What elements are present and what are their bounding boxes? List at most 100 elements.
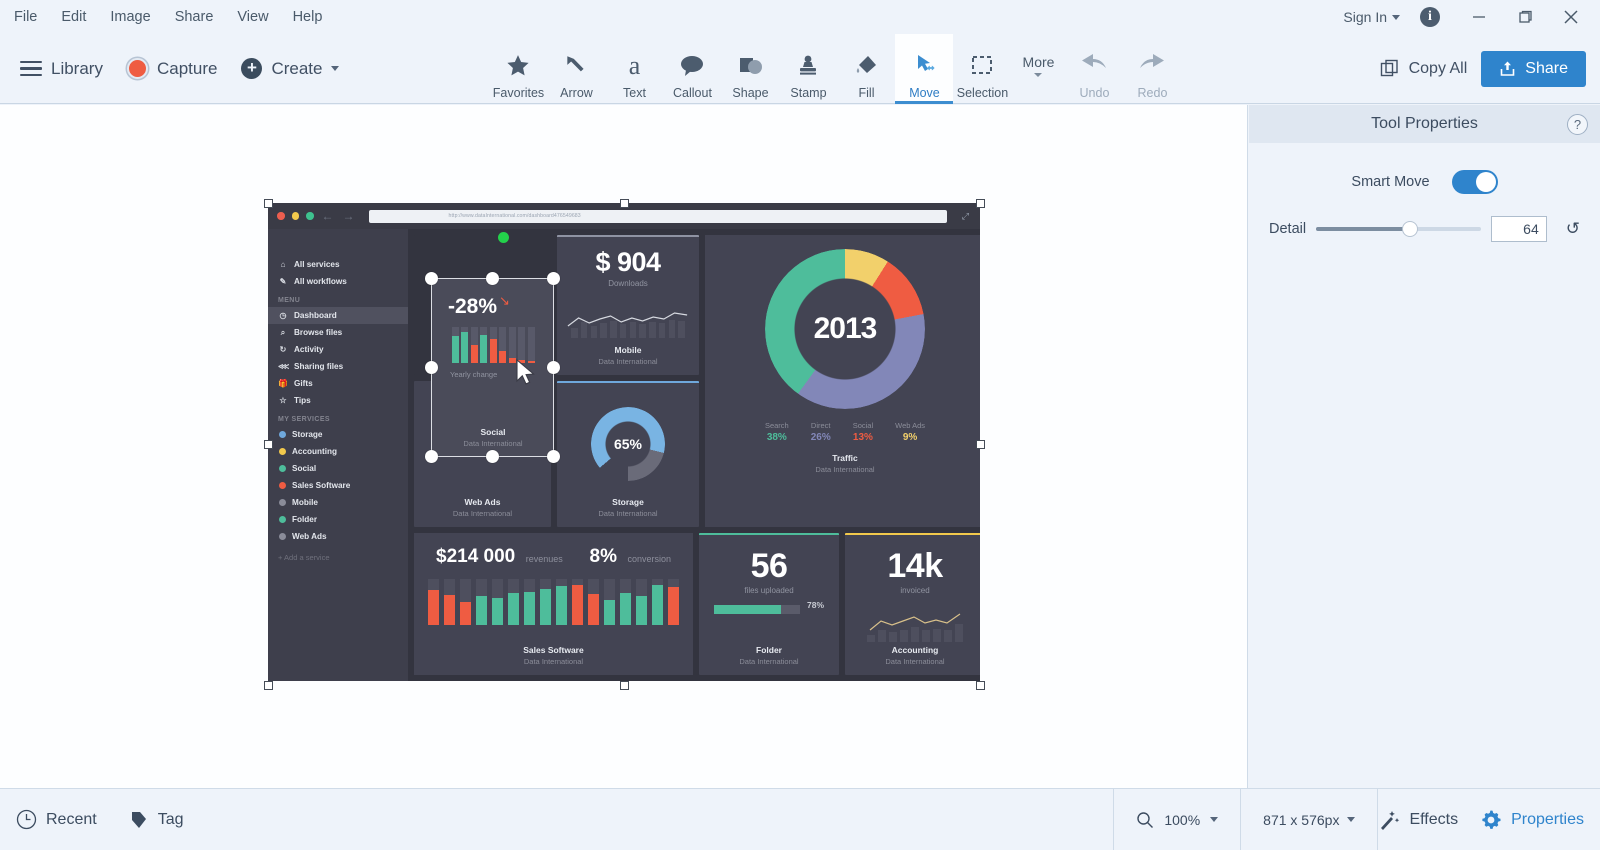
card-accounting[interactable]: 14k invoiced Accounting Data Internation… [845, 533, 980, 675]
legend-label: Search [764, 421, 789, 430]
arrow-icon [563, 48, 589, 84]
bar-column [540, 579, 551, 625]
move-handle-top-right[interactable] [547, 272, 560, 285]
tool-callout[interactable]: Callout [663, 34, 721, 104]
image-handle-bottom-right[interactable] [976, 681, 985, 690]
sidebar-item-label: Sharing files [294, 362, 344, 371]
move-handle-top-left[interactable] [425, 272, 438, 285]
card-mobile[interactable]: $ 904 Downloads Mobile Data Internationa… [557, 235, 699, 375]
capture-label: Capture [156, 58, 218, 78]
bar-column [556, 579, 567, 625]
move-handle-bottom-left[interactable] [425, 450, 438, 463]
back-arrow-icon: ← [321, 209, 334, 223]
detail-value-input[interactable]: 64 [1490, 216, 1547, 242]
sidebar-item-sharing-files[interactable]: ⋘ Sharing files [268, 358, 408, 375]
card-folder[interactable]: 56 files uploaded 78% Folder Data Intern… [699, 533, 839, 675]
sidebar-item-all-workflows[interactable]: ✎ All workflows [268, 273, 408, 290]
copy-all-button[interactable]: Copy All [1380, 59, 1468, 79]
properties-button[interactable]: Properties [1480, 809, 1584, 831]
menu-help[interactable]: Help [281, 0, 335, 34]
tool-selection[interactable]: Selection [953, 34, 1011, 104]
tool-stamp[interactable]: Stamp [779, 34, 837, 104]
tool-arrow[interactable]: Arrow [547, 34, 605, 104]
bar-column [470, 327, 478, 363]
move-handle-bottom-center[interactable] [486, 450, 499, 463]
maximize-button[interactable] [1502, 0, 1548, 34]
card-sales-software[interactable]: $214 000 revenues 8% conversion Sales So… [414, 533, 693, 675]
reset-icon[interactable]: ↺ [1566, 219, 1580, 239]
social-caption: Yearly change [450, 370, 498, 379]
tool-move[interactable]: Move [895, 33, 954, 104]
menu-view[interactable]: View [225, 0, 280, 34]
card-storage[interactable]: 65% Storage Data International [557, 381, 699, 527]
detail-slider[interactable] [1316, 220, 1481, 238]
capture-button[interactable]: Capture [117, 52, 227, 85]
redo-button[interactable]: Redo [1123, 34, 1181, 104]
panel-title: Tool Properties [1371, 115, 1478, 132]
copy-all-label: Copy All [1408, 59, 1468, 77]
zoom-control[interactable]: 100% [1114, 811, 1240, 829]
slider-knob[interactable] [1401, 221, 1418, 237]
move-handle-bottom-right[interactable] [547, 450, 560, 463]
sidebar-service-accounting[interactable]: Accounting [268, 443, 408, 460]
tool-text[interactable]: a Text [605, 34, 663, 104]
refresh-icon: ↻ [279, 345, 287, 354]
menu-share[interactable]: Share [163, 0, 226, 34]
sidebar-item-label: All services [294, 260, 340, 269]
bar-column [652, 579, 663, 625]
move-handle-top-center[interactable] [486, 272, 499, 285]
sidebar-service-mobile[interactable]: Mobile [268, 494, 408, 511]
canvas-area[interactable]: ← → http://www.dataInternational.com/das… [0, 105, 1248, 788]
library-button[interactable]: Library [10, 53, 113, 85]
menu-file[interactable]: File [0, 0, 49, 34]
tag-button[interactable]: Tag [113, 810, 200, 830]
main-toolbar: Library Capture + Create Favorites Arrow… [0, 33, 1600, 104]
bar-column [428, 579, 439, 625]
close-button[interactable] [1548, 0, 1594, 34]
sidebar-service-web-ads[interactable]: Web Ads [268, 528, 408, 545]
sidebar-service-storage[interactable]: Storage [268, 426, 408, 443]
sidebar-item-gifts[interactable]: 🎁 Gifts [268, 375, 408, 392]
sidebar-item-tips[interactable]: ☆ Tips [268, 392, 408, 409]
smart-move-toggle[interactable] [1451, 170, 1498, 194]
sidebar-item-browse-files[interactable]: ⌕ Browse files [268, 324, 408, 341]
info-icon[interactable]: i [1420, 7, 1440, 27]
move-handle-middle-right[interactable] [547, 361, 560, 374]
image-handle-middle-right[interactable] [976, 440, 985, 449]
dashboard-sidebar: ⌂ All services ✎ All workflows MENU ◷ Da… [268, 229, 408, 681]
dimensions-control[interactable]: 871 x 576px [1241, 812, 1377, 828]
image-handle-middle-left[interactable] [264, 440, 273, 449]
more-tools-button[interactable]: More [1011, 34, 1065, 104]
card-traffic[interactable]: 2013 Search 38% Direct 26% Social 13% We… [705, 235, 980, 527]
selected-image[interactable]: ← → http://www.dataInternational.com/das… [264, 199, 985, 690]
sidebar-service-social[interactable]: Social [268, 460, 408, 477]
recent-button[interactable]: Recent [0, 809, 113, 830]
tool-shape[interactable]: Shape [721, 34, 779, 104]
image-handle-top-center[interactable] [620, 199, 629, 208]
sidebar-item-all-services[interactable]: ⌂ All services [268, 256, 408, 273]
image-handle-bottom-center[interactable] [620, 681, 629, 690]
move-handle-middle-left[interactable] [425, 361, 438, 374]
sidebar-service-sales-software[interactable]: Sales Software [268, 477, 408, 494]
menu-edit[interactable]: Edit [49, 0, 98, 34]
create-button[interactable]: + Create [231, 52, 349, 85]
tool-fill[interactable]: Fill [837, 34, 895, 104]
image-handle-top-left[interactable] [264, 199, 273, 208]
tool-label: Callout [673, 85, 712, 100]
sign-in-button[interactable]: Sign In [1343, 9, 1406, 25]
minimize-button[interactable] [1456, 0, 1502, 34]
menu-image[interactable]: Image [98, 0, 162, 34]
sidebar-add-service[interactable]: + Add a service [268, 545, 408, 570]
rotate-handle[interactable] [498, 232, 509, 243]
effects-button[interactable]: Effects [1378, 809, 1458, 831]
record-circle-icon [126, 58, 148, 79]
sidebar-item-activity[interactable]: ↻ Activity [268, 341, 408, 358]
share-button[interactable]: Share [1481, 50, 1586, 87]
sidebar-item-dashboard[interactable]: ◷ Dashboard [268, 307, 408, 324]
help-button[interactable]: ? [1567, 114, 1588, 135]
sidebar-service-folder[interactable]: Folder [268, 511, 408, 528]
undo-button[interactable]: Undo [1065, 34, 1123, 104]
image-handle-top-right[interactable] [976, 199, 985, 208]
tool-favorites[interactable]: Favorites [489, 34, 547, 104]
image-handle-bottom-left[interactable] [264, 681, 273, 690]
